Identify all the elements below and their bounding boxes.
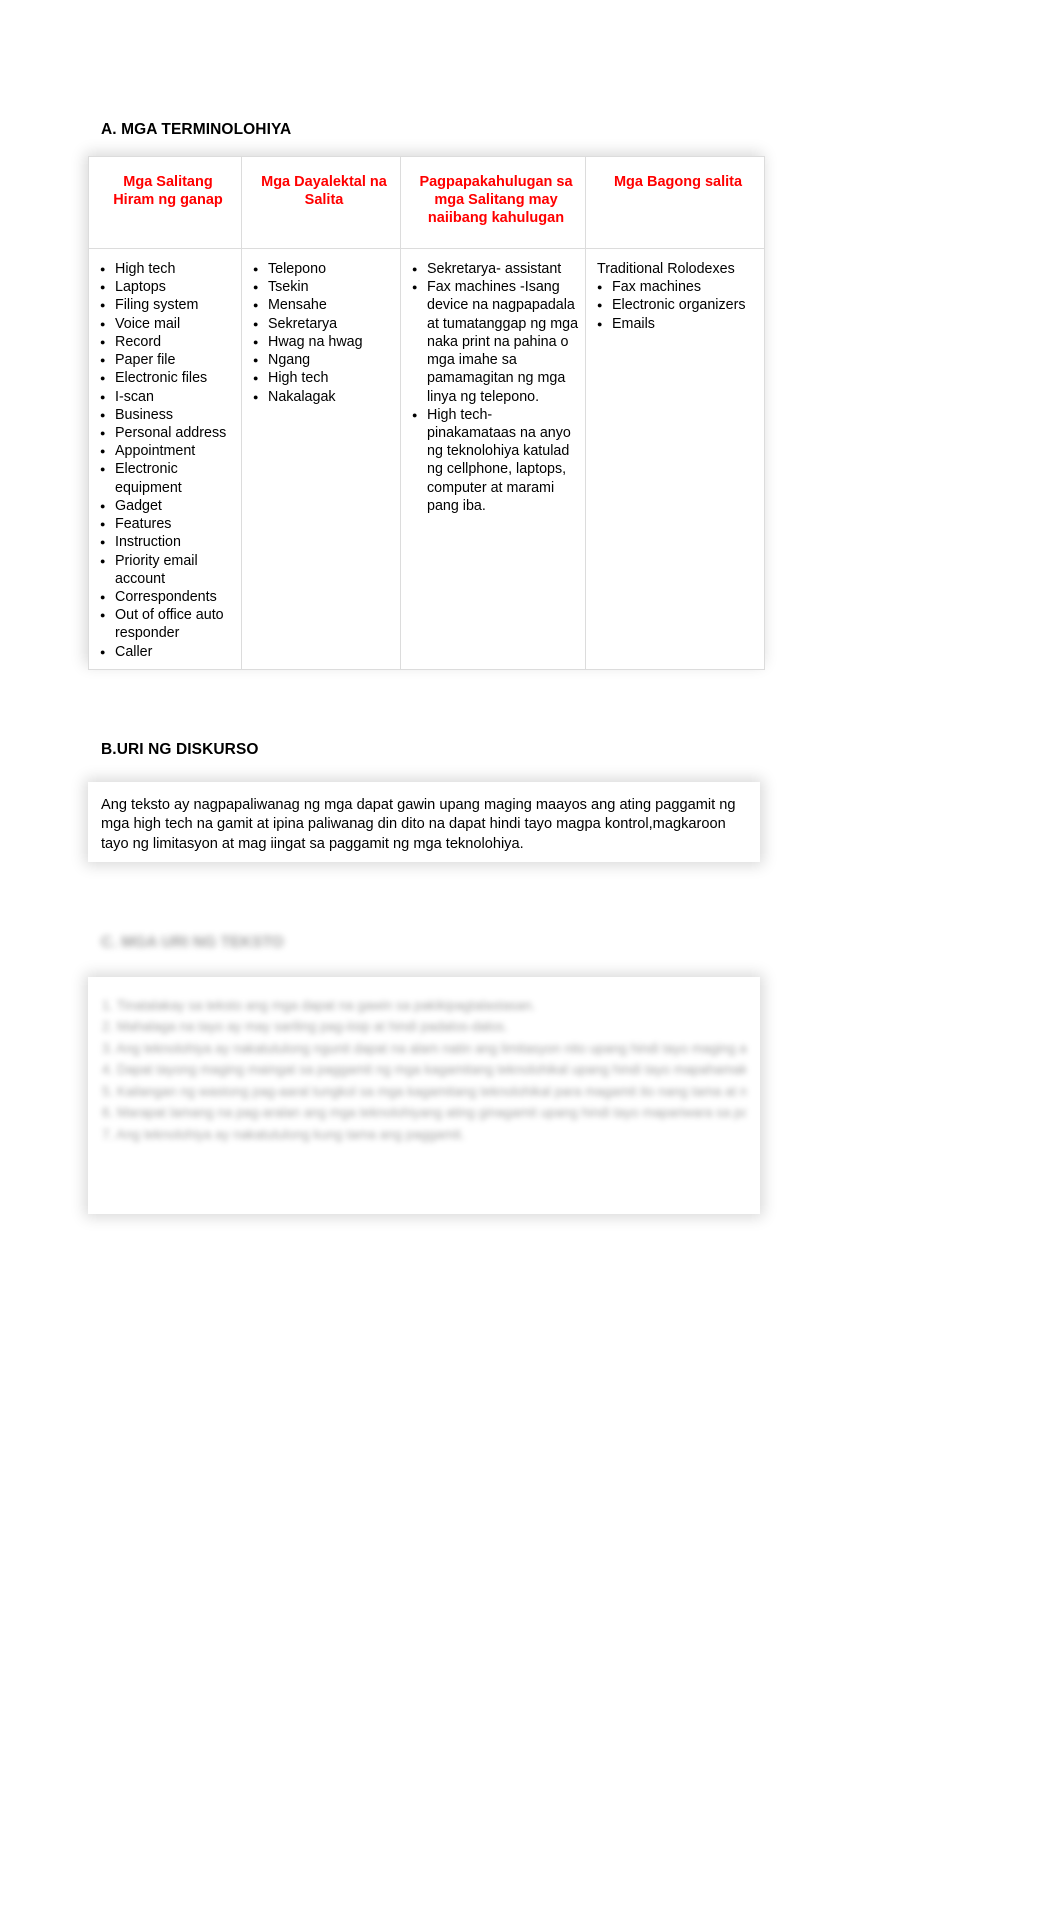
bullet-list-4: Fax machines Electronic organizers Email… [597, 278, 758, 333]
list-item: Paper file [100, 351, 235, 369]
list-item: Mensahe [253, 296, 394, 314]
header-label-pagpapakahulugan: Pagpapakahulugan sa mga Salitang may nai… [419, 174, 573, 226]
header-label-dayalektal: Mga Dayalektal na Salita [261, 174, 387, 208]
blurred-line: 2. Mahalaga na tayo ay may sariling pag-… [102, 1019, 508, 1035]
blurred-line: 5. Kailangan ng wastong pag-aaral tungko… [102, 1083, 746, 1099]
bullet-list-2: Telepono Tsekin Mensahe Sekretarya Hwag … [253, 260, 394, 406]
list-item: Electronic files [100, 369, 235, 387]
terminology-table-container: Mga Salitang Hiram ng ganap Mga Dayalekt… [88, 156, 765, 670]
section-a-heading: A. MGA TERMINOLOHIYA [101, 121, 292, 138]
list-item: Gadget [100, 497, 235, 515]
table-header-cell-4: Mga Bagong salita [585, 156, 765, 249]
list-item: Voice mail [100, 315, 235, 333]
list-item: Out of office auto responder [100, 606, 235, 642]
cell-content-2: Telepono Tsekin Mensahe Sekretarya Hwag … [242, 249, 400, 668]
list-item: Instruction [100, 533, 235, 551]
list-item: Caller [100, 643, 235, 661]
document-page: A. MGA TERMINOLOHIYA Mga Salitang Hiram … [0, 0, 1062, 1931]
list-item: Sekretarya [253, 315, 394, 333]
terminology-table: Mga Salitang Hiram ng ganap Mga Dayalekt… [88, 156, 765, 670]
cell-lead-text: Traditional Rolodexes [597, 261, 735, 277]
table-header-cell-2: Mga Dayalektal na Salita [241, 156, 401, 249]
list-item: High tech [100, 260, 235, 278]
table-header-row: Mga Salitang Hiram ng ganap Mga Dayalekt… [88, 156, 765, 249]
table-body-row: High tech Laptops Filing system Voice ma… [88, 248, 765, 670]
blurred-line: 7. Ang teknolohiya ay nakatutulong kung … [102, 1126, 465, 1142]
list-item: Ngang [253, 351, 394, 369]
list-item: High tech- pinakamataas na anyo ng tekno… [412, 406, 579, 515]
list-item: Business [100, 406, 235, 424]
table-header-cell-3: Pagpapakahulugan sa mga Salitang may nai… [400, 156, 586, 249]
list-item: Features [100, 515, 235, 533]
table-cell-dayalektal: Telepono Tsekin Mensahe Sekretarya Hwag … [241, 248, 401, 670]
list-item: Correspondents [100, 588, 235, 606]
list-item: Fax machines [597, 278, 758, 296]
cell-content-3: Sekretarya- assistant Fax machines -Isan… [401, 249, 585, 668]
blurred-line: 6. Marapat lamang na pag-aralan ang mga … [102, 1105, 746, 1121]
list-item: Filing system [100, 296, 235, 314]
blurred-line: 3. Ang teknolohiya ay nakatutulong nguni… [102, 1040, 746, 1056]
list-item: High tech [253, 369, 394, 387]
list-item: Hwag na hwag [253, 333, 394, 351]
cell-content-1: High tech Laptops Filing system Voice ma… [89, 249, 241, 669]
blurred-line: 4. Dapat tayong maging maingat sa paggam… [102, 1062, 746, 1078]
list-item: Tsekin [253, 278, 394, 296]
discourse-paragraph: Ang teksto ay nagpapaliwanag ng mga dapa… [101, 797, 736, 852]
list-item: Personal address [100, 424, 235, 442]
bullet-list-3: Sekretarya- assistant Fax machines -Isan… [412, 260, 579, 515]
list-item: Sekretarya- assistant [412, 260, 579, 278]
table-cell-pagpapakahulugan: Sekretarya- assistant Fax machines -Isan… [400, 248, 586, 670]
table-cell-salitang-hiram: High tech Laptops Filing system Voice ma… [88, 248, 242, 670]
section-c-heading: C. MGA URI NG TEKSTO [101, 934, 284, 951]
blurred-section-container: 1. Tinatalakay sa teksto ang mga dapat n… [88, 977, 760, 1214]
cell-content-4: Traditional Rolodexes Fax machines Elect… [586, 249, 764, 668]
list-item: Fax machines -Isang device na nagpapadal… [412, 278, 579, 406]
list-item: Electronic equipment [100, 460, 235, 496]
list-item: Priority email account [100, 552, 235, 588]
bullet-list-1: High tech Laptops Filing system Voice ma… [100, 260, 235, 661]
header-label-salitang-hiram: Mga Salitang Hiram ng ganap [113, 174, 223, 208]
header-label-bagong-salita: Mga Bagong salita [613, 174, 743, 190]
blurred-section-content: 1. Tinatalakay sa teksto ang mga dapat n… [88, 977, 760, 1157]
list-item: Electronic organizers [597, 296, 758, 314]
list-item: I-scan [100, 388, 235, 406]
list-item: Telepono [253, 260, 394, 278]
discourse-paragraph-container: Ang teksto ay nagpapaliwanag ng mga dapa… [88, 782, 760, 862]
list-item: Emails [597, 315, 758, 333]
table-header-cell-1: Mga Salitang Hiram ng ganap [88, 156, 242, 249]
blurred-line: 1. Tinatalakay sa teksto ang mga dapat n… [102, 998, 536, 1013]
list-item: Laptops [100, 278, 235, 296]
table-cell-bagong-salita: Traditional Rolodexes Fax machines Elect… [585, 248, 765, 670]
list-item: Record [100, 333, 235, 351]
list-item: Nakalagak [253, 388, 394, 406]
section-b-heading: B.URI NG DISKURSO [101, 741, 259, 758]
list-item: Appointment [100, 442, 235, 460]
